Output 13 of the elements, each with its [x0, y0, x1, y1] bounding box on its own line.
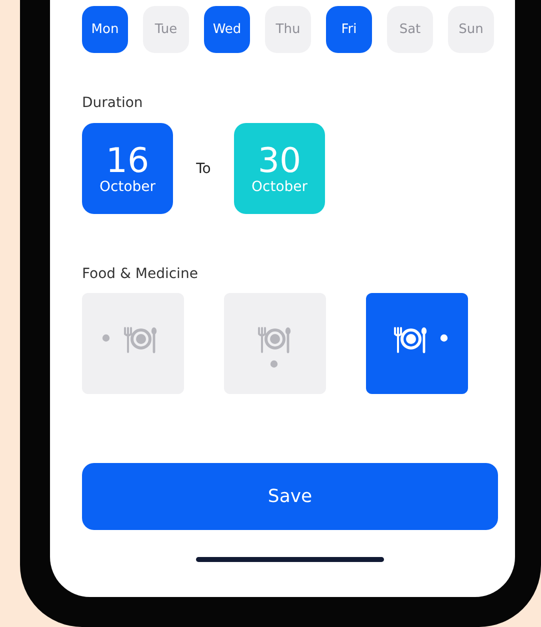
day-toggle[interactable]: Mon	[82, 6, 128, 53]
day-toggle[interactable]: Wed	[204, 6, 250, 53]
duration-label: Duration	[82, 95, 144, 113]
save-button[interactable]: Save	[82, 463, 498, 530]
day-toggle[interactable]: Thu	[265, 6, 311, 53]
day-toggle[interactable]: Sun	[448, 6, 494, 53]
day-toggle[interactable]: Tue	[143, 6, 189, 53]
day-toggle[interactable]: Fri	[326, 6, 372, 53]
meal-timing-option[interactable]	[366, 293, 468, 394]
food-medicine-label: Food & Medicine	[82, 266, 199, 284]
to-label: To	[195, 160, 212, 176]
start-date-button[interactable]: 16 October	[82, 123, 173, 214]
day-toggle[interactable]: Sat	[387, 6, 433, 53]
